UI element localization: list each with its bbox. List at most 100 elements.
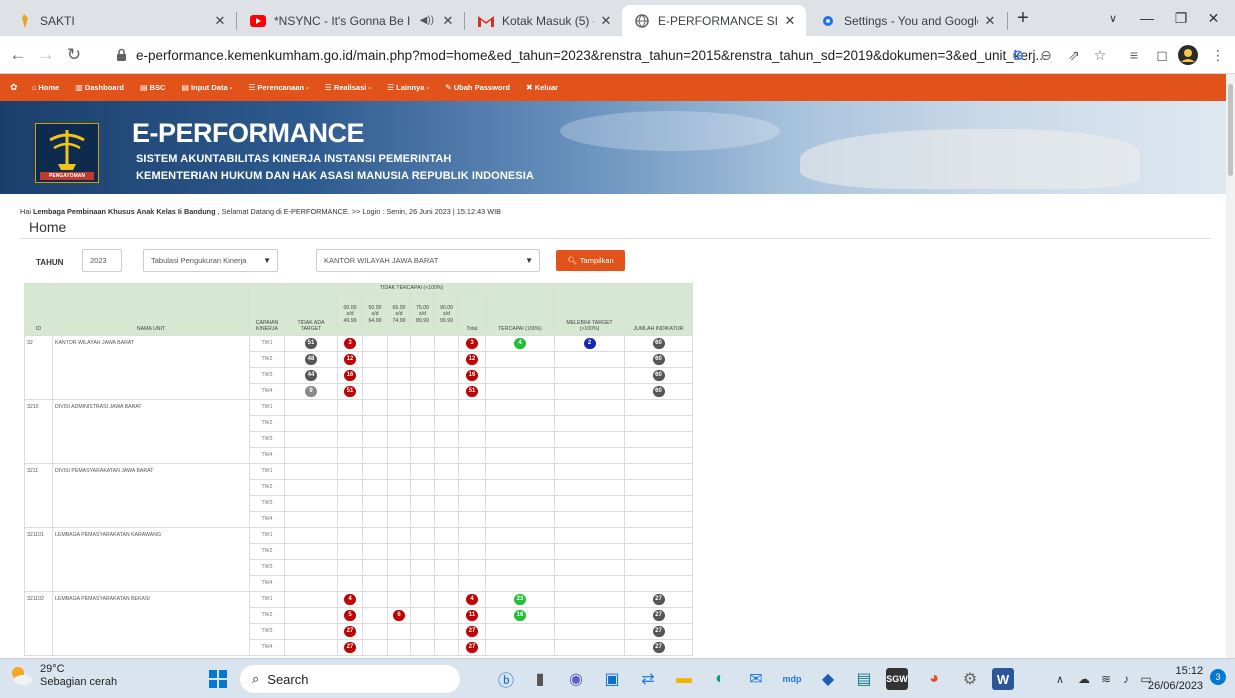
col-capaian-kinerja: CAPAIAN KINERJA	[249, 283, 285, 336]
year-input[interactable]: 2023	[82, 249, 122, 272]
windows-start-icon[interactable]	[204, 665, 232, 693]
tab-separator	[1007, 12, 1008, 30]
reload-icon[interactable]: ↻	[62, 43, 86, 67]
app-icon[interactable]: ◆	[814, 665, 842, 693]
app-title: E-PERFORMANCE	[132, 118, 365, 148]
side-panel-icon[interactable]: ◻	[1150, 43, 1174, 67]
app-icon[interactable]: mdp	[778, 665, 806, 693]
range-cell	[362, 431, 388, 448]
range-cell	[410, 511, 435, 528]
menu-input-data[interactable]: ▤ Input Data -	[181, 83, 232, 92]
jumlah-indikator-cell	[624, 399, 693, 416]
app-icon[interactable]: ⇄	[634, 665, 662, 693]
range-cell	[337, 463, 363, 480]
tab-youtube[interactable]: *NSYNC - It's Gonna Be I ◀)) ✕	[238, 5, 464, 36]
menu-keluar[interactable]: ✖ Keluar	[526, 83, 558, 92]
chevron-down-icon: ▼	[263, 256, 271, 265]
edge-icon[interactable]: ◐	[706, 665, 734, 693]
range-cell	[410, 591, 435, 608]
settings-icon[interactable]: ⚙	[956, 665, 984, 693]
bookmark-star-icon[interactable]: ☆	[1088, 43, 1112, 67]
share-icon[interactable]: ⇗	[1062, 43, 1086, 67]
tab-close-icon[interactable]: ✕	[212, 13, 228, 29]
menu-dashboard[interactable]: ▥ Dashboard	[75, 83, 124, 92]
close-window-button[interactable]: ✕	[1192, 0, 1235, 36]
range-cell	[362, 639, 388, 656]
app-icon[interactable]: ▤	[850, 665, 878, 693]
tab-title: Kotak Masuk (5) - lapas.anak	[502, 13, 594, 28]
taskbar-search[interactable]: ⌕ Search	[240, 665, 460, 693]
address-bar[interactable]: e-performance.kemenkumham.go.id/main.php…	[104, 41, 1114, 69]
teams-chat-icon[interactable]: ◉	[562, 665, 590, 693]
range-cell	[434, 447, 459, 464]
banner-decoration	[560, 111, 780, 151]
tab-sakti[interactable]: SAKTI ✕	[4, 5, 236, 36]
range-cell	[410, 543, 435, 560]
menu-home[interactable]: ⌂ Home	[32, 83, 60, 92]
bing-icon[interactable]: ⓑ	[492, 665, 520, 693]
profile-avatar-icon[interactable]	[1176, 43, 1200, 67]
gmail-icon	[478, 13, 494, 29]
tab-close-icon[interactable]: ✕	[782, 13, 798, 29]
table-row: 321101 LEMBAGA PEMASYARAKATAN KARAWANG TW1	[24, 527, 693, 592]
tab-close-icon[interactable]: ✕	[440, 13, 456, 29]
report-type-select[interactable]: Tabulasi Pengukuran Kinerja ▼	[143, 249, 278, 272]
notification-badge[interactable]: 3	[1210, 669, 1226, 685]
unit-select[interactable]: KANTOR WILAYAH JAWA BARAT ▼	[316, 249, 540, 272]
col-range: 00.00 s/d 49.99	[337, 293, 363, 336]
file-explorer-icon[interactable]: ▬	[670, 665, 698, 693]
store-icon[interactable]: ▣	[598, 665, 626, 693]
tab-close-icon[interactable]: ✕	[598, 13, 614, 29]
new-tab-button[interactable]: +	[1010, 0, 1036, 36]
forward-arrow-icon[interactable]: →	[34, 43, 58, 67]
melebihi-target-cell	[554, 559, 625, 576]
task-view-icon[interactable]: ▮	[526, 665, 554, 693]
google-icon[interactable]: G	[1006, 43, 1030, 67]
melebihi-target-cell	[554, 351, 625, 368]
range-cell	[337, 479, 363, 496]
speaker-icon[interactable]: ◀))	[420, 15, 434, 26]
zoom-icon[interactable]: ⊖	[1034, 43, 1058, 67]
mail-icon[interactable]: ✉	[742, 665, 770, 693]
tidak-ada-target-cell	[284, 463, 338, 480]
app-subtitle: SISTEM AKUNTABILITAS KINERJA INSTANSI PE…	[136, 153, 452, 165]
weather-widget[interactable]: 29°C Sebagian cerah	[8, 663, 117, 689]
table-row: 3210 DIVISI ADMINISTRASI JAWA BARAT TW1	[24, 399, 693, 464]
tampilkan-button[interactable]: 🔍︎ Tampilkan	[556, 250, 625, 271]
menu-lainnya[interactable]: ☰ Lainnya -	[387, 83, 429, 92]
scrollbar-thumb[interactable]	[1228, 84, 1233, 176]
tab-gmail[interactable]: Kotak Masuk (5) - lapas.anak ✕	[466, 5, 622, 36]
menu-ubah-password[interactable]: ✎ Ubah Password	[445, 83, 510, 92]
menu-perencanaan[interactable]: ☰ Perencanaan -	[248, 83, 308, 92]
search-icon: 🔍︎	[567, 256, 577, 265]
menu-bsc[interactable]: ▤ BSC	[140, 83, 165, 92]
count-badge: 27	[652, 641, 665, 653]
unit-id: 321101	[24, 527, 53, 592]
back-arrow-icon[interactable]: ←	[6, 43, 30, 67]
tab-e-performance[interactable]: E-PERFORMANCE SISTEM AI ✕	[622, 5, 806, 36]
settings-gear-icon[interactable]: ✿	[10, 82, 18, 93]
range-cell	[387, 431, 411, 448]
word-icon[interactable]: W	[992, 668, 1014, 690]
tidak-ada-target-cell	[284, 447, 338, 464]
clock[interactable]: 15:12 26/06/2023	[1148, 664, 1203, 694]
menu-realisasi[interactable]: ☰ Realisasi -	[325, 83, 371, 92]
chrome-icon[interactable]: ◕	[920, 665, 948, 693]
range-cell	[387, 367, 411, 384]
count-badge: 27	[466, 641, 478, 653]
range-cell	[387, 527, 411, 544]
reading-list-icon[interactable]: ≡	[1122, 43, 1146, 67]
tab-close-icon[interactable]: ✕	[982, 13, 998, 29]
range-cell	[337, 399, 363, 416]
date: 26/06/2023	[1148, 680, 1204, 692]
range-cell	[434, 543, 459, 560]
jumlah-indikator-cell	[624, 447, 693, 464]
range-cell	[410, 559, 435, 576]
tab-title: E-PERFORMANCE SISTEM AI	[658, 13, 778, 28]
tab-settings[interactable]: Settings - You and Google ✕	[808, 5, 1006, 36]
app-icon[interactable]: SGW	[886, 668, 908, 690]
jumlah-indikator-cell	[624, 415, 693, 432]
performance-table: ID NAMA UNIT CAPAIAN KINERJA TIDAK ADA T…	[24, 283, 693, 656]
menu-kebab-icon[interactable]: ⋮	[1206, 43, 1230, 67]
total-cell: 3	[458, 335, 486, 352]
